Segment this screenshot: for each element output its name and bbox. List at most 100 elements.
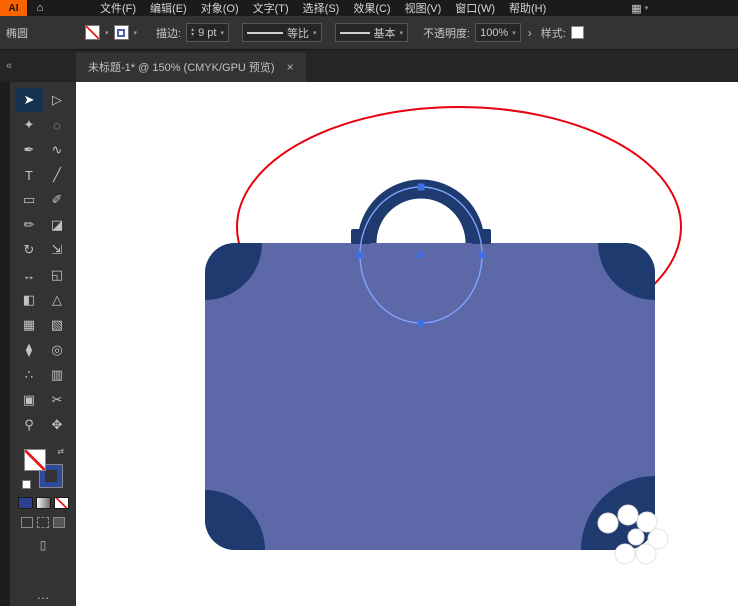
screen-mode-button[interactable]: ▯ xyxy=(40,538,47,552)
anchor-top[interactable] xyxy=(417,183,425,191)
width-profile-dropdown[interactable]: 等比 ▾ xyxy=(241,23,322,42)
apply-gradient-button[interactable] xyxy=(35,497,51,509)
default-fill-stroke-icon[interactable] xyxy=(22,480,31,489)
panel-collapse-button[interactable]: « xyxy=(0,50,76,82)
tool-rotate[interactable]: ↻ xyxy=(15,238,43,262)
fill-color-swatch[interactable] xyxy=(85,25,100,40)
fill-caret-icon[interactable]: ▾ xyxy=(105,29,109,37)
brush-definition-dropdown[interactable]: 基本 ▾ xyxy=(334,23,409,42)
tool-line-segment[interactable]: ╱ xyxy=(43,163,71,187)
illustrator-window: AI ⌂ 文件(F) 编辑(E) 对象(O) 文字(T) 选择(S) 效果(C)… xyxy=(0,0,738,606)
active-tool-label: 椭圆 xyxy=(6,27,28,40)
opacity-value[interactable]: 100% xyxy=(480,27,508,39)
stroke-weight-caret-icon[interactable]: ▾ xyxy=(220,29,224,37)
tool-type[interactable]: T xyxy=(15,163,43,187)
tool-artboard[interactable]: ▣ xyxy=(15,388,43,412)
style-swatch[interactable] xyxy=(570,26,584,39)
stepper-down-icon[interactable]: ▾ xyxy=(191,32,194,38)
tool-lasso[interactable]: ◌ xyxy=(43,113,71,137)
swap-fill-stroke-icon[interactable]: ⇄ xyxy=(57,447,64,456)
overflow-chevron-icon[interactable]: › xyxy=(528,26,532,40)
tool-grid: ➤ ▷ ✦ ◌ ✒ ∿ T ╱ ▭ ✐ ✏ ◪ ↻ ⇲ ↔ ◱ ◧ △ ▦ ▧ … xyxy=(15,88,71,437)
anchor-right[interactable] xyxy=(478,251,486,259)
tool-selection[interactable]: ➤ xyxy=(15,88,43,112)
stroke-swatch-inner xyxy=(117,28,126,37)
tool-eraser[interactable]: ◪ xyxy=(43,213,71,237)
menu-item-type[interactable]: 文字(T) xyxy=(246,0,296,17)
tool-pen[interactable]: ✒ xyxy=(15,138,43,162)
stroke-weight-value[interactable]: 9 pt xyxy=(198,27,216,39)
corner-bottom-left[interactable] xyxy=(145,490,265,606)
profile-caret-icon[interactable]: ▾ xyxy=(313,29,317,37)
anchor-left[interactable] xyxy=(356,251,364,259)
tool-perspective-grid[interactable]: △ xyxy=(43,288,71,312)
menu-item-file[interactable]: 文件(F) xyxy=(93,0,143,17)
tool-curvature[interactable]: ∿ xyxy=(43,138,71,162)
menu-items: 文件(F) 编辑(E) 对象(O) 文字(T) 选择(S) 效果(C) 视图(V… xyxy=(93,0,553,17)
draw-inside-button[interactable] xyxy=(53,517,65,528)
tool-column-graph[interactable]: ▥ xyxy=(43,363,71,387)
opacity-dropdown[interactable]: 100% ▾ xyxy=(475,23,521,42)
corner-top-right[interactable] xyxy=(598,186,712,300)
tools-panel: ➤ ▷ ✦ ◌ ✒ ∿ T ╱ ▭ ✐ ✏ ◪ ↻ ⇲ ↔ ◱ ◧ △ ▦ ▧ … xyxy=(0,82,76,606)
arrange-documents-button[interactable]: ▦ ▾ xyxy=(631,2,648,15)
stroke-weight-stepper[interactable]: ▴ ▾ xyxy=(191,27,194,38)
menu-item-select[interactable]: 选择(S) xyxy=(296,0,347,17)
tool-gradient[interactable]: ▧ xyxy=(43,313,71,337)
collapse-icon: « xyxy=(6,60,13,72)
fill-indicator-none[interactable] xyxy=(24,449,46,471)
tool-rectangle[interactable]: ▭ xyxy=(15,188,43,212)
brush-preview xyxy=(339,31,370,34)
menu-item-window[interactable]: 窗口(W) xyxy=(448,0,502,17)
draw-behind-button[interactable] xyxy=(37,517,49,528)
tool-free-transform[interactable]: ◱ xyxy=(43,263,71,287)
chevron-down-icon: ▾ xyxy=(644,5,649,12)
tool-symbol-sprayer[interactable]: ∴ xyxy=(15,363,43,387)
opacity-caret-icon[interactable]: ▾ xyxy=(512,29,516,37)
menu-item-help[interactable]: 帮助(H) xyxy=(502,0,553,17)
stroke-caret-icon[interactable]: ▾ xyxy=(134,29,138,37)
menu-item-object[interactable]: 对象(O) xyxy=(194,0,246,17)
anchor-center xyxy=(418,252,424,258)
tool-shape-builder[interactable]: ◧ xyxy=(15,288,43,312)
app-logo-icon[interactable]: AI xyxy=(0,0,27,16)
tool-mesh[interactable]: ▦ xyxy=(15,313,43,337)
briefcase-body[interactable] xyxy=(205,243,655,550)
document-tab-bar: « 未标题-1* @ 150% (CMYK/GPU 预览) × xyxy=(0,50,738,82)
apply-none-button[interactable] xyxy=(53,497,69,509)
tool-blend[interactable]: ◎ xyxy=(43,338,71,362)
brush-caret-icon[interactable]: ▾ xyxy=(400,29,404,37)
drawing-modes-row xyxy=(21,517,65,528)
apply-color-button[interactable] xyxy=(17,497,33,509)
menu-item-view[interactable]: 视图(V) xyxy=(398,0,449,17)
corner-top-left[interactable] xyxy=(148,186,262,300)
opacity-label: 不透明度: xyxy=(423,27,471,40)
stroke-weight-field[interactable]: ▴ ▾ 9 pt ▾ xyxy=(186,23,229,42)
tool-pencil[interactable]: ✏ xyxy=(15,213,43,237)
stroke-color-swatch[interactable] xyxy=(113,25,129,40)
toolbar-more-button[interactable]: … xyxy=(37,587,50,602)
tool-paintbrush[interactable]: ✐ xyxy=(43,188,71,212)
tool-direct-selection[interactable]: ▷ xyxy=(43,88,71,112)
fill-stroke-indicator[interactable]: ⇄ xyxy=(22,447,64,489)
anchor-bottom[interactable] xyxy=(417,319,425,327)
document-tab-title: 未标题-1* @ 150% (CMYK/GPU 预览) xyxy=(88,62,275,74)
briefcase-handle[interactable] xyxy=(351,179,491,244)
artboard-canvas[interactable] xyxy=(76,82,738,606)
tab-close-icon[interactable]: × xyxy=(287,60,294,74)
tool-magic-wand[interactable]: ✦ xyxy=(15,113,43,137)
home-icon[interactable]: ⌂ xyxy=(27,2,53,14)
style-label: 样式: xyxy=(540,27,566,40)
draw-normal-button[interactable] xyxy=(21,517,33,528)
tool-zoom[interactable]: ⚲ xyxy=(15,413,43,437)
tool-slice[interactable]: ✂ xyxy=(43,388,71,412)
tool-hand[interactable]: ✥ xyxy=(43,413,71,437)
document-tab[interactable]: 未标题-1* @ 150% (CMYK/GPU 预览) × xyxy=(76,52,306,82)
menu-item-effect[interactable]: 效果(C) xyxy=(346,0,397,17)
menu-item-edit[interactable]: 编辑(E) xyxy=(143,0,194,17)
tool-eyedropper[interactable]: ⧫ xyxy=(15,338,43,362)
tool-width[interactable]: ↔ xyxy=(15,263,43,287)
menubar: AI ⌂ 文件(F) 编辑(E) 对象(O) 文字(T) 选择(S) 效果(C)… xyxy=(0,0,738,16)
tool-scale[interactable]: ⇲ xyxy=(43,238,71,262)
window-edge xyxy=(0,82,10,606)
